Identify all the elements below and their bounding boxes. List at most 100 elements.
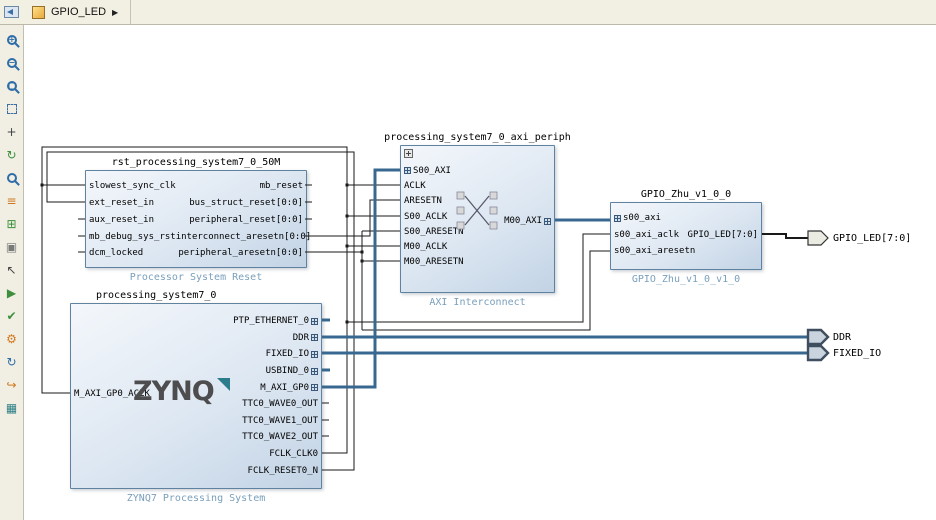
- block-type-axi: AXI Interconnect: [429, 297, 526, 308]
- port-row: S00_AXI: [401, 163, 554, 178]
- optimize-routing-icon: ↪: [6, 378, 17, 392]
- port-s00-axi-if[interactable]: S00_AXI: [404, 166, 451, 176]
- port-m00-aclk[interactable]: M00_ACLK: [404, 242, 447, 252]
- port-slowest-sync-clk[interactable]: slowest_sync_clk: [89, 181, 176, 191]
- port-m00-aresetn[interactable]: M00_ARESETN: [404, 257, 464, 267]
- port-row: PTP_ETHERNET_0: [71, 313, 321, 330]
- port-aclk[interactable]: ACLK: [404, 181, 426, 191]
- block-gpio-zhu[interactable]: GPIO_Zhu_v1_0_0 s00_axi s00_axi_aclk s00…: [610, 189, 762, 285]
- run-automation-button[interactable]: ▶: [3, 285, 21, 301]
- port-row: ACLK: [401, 178, 554, 193]
- port-row: DDR: [71, 330, 321, 347]
- expand-block-icon[interactable]: [404, 149, 413, 158]
- port-ddr[interactable]: DDR: [293, 333, 318, 343]
- block-title-gpio: GPIO_Zhu_v1_0_0: [640, 189, 732, 200]
- block-zynq[interactable]: processing_system7_0 PTP_ETHERNET_0 DDR …: [70, 290, 322, 504]
- optimize-routing-button[interactable]: ↪: [3, 377, 21, 393]
- interface-pin-icon: [311, 384, 318, 392]
- port-dcm-locked[interactable]: dcm_locked: [89, 248, 143, 258]
- interface-pin-icon: [311, 367, 318, 375]
- add-ip-icon: ⊞: [6, 217, 17, 231]
- zoom-out-button[interactable]: −: [3, 55, 21, 71]
- port-interconnect-aresetn[interactable]: interconnect_aresetn[0:0]: [176, 232, 311, 242]
- port-row: s00_axi: [611, 210, 761, 227]
- interface-pin-icon: [614, 214, 621, 222]
- port-gpio-led[interactable]: GPIO_LED[7:0]: [688, 227, 758, 243]
- port-s00-aclk[interactable]: S00_ACLK: [404, 212, 447, 222]
- block-design-icon: [32, 5, 45, 19]
- port-ttc0-wave1-out[interactable]: TTC0_WAVE1_OUT: [242, 416, 318, 426]
- block-title-reset: rst_processing_system7_0_50M: [111, 157, 281, 168]
- make-external-button[interactable]: ↖: [3, 262, 21, 278]
- port-bus-struct-reset[interactable]: bus_struct_reset[0:0]: [189, 198, 303, 208]
- block-type-zynq: ZYNQ7 Processing System: [126, 493, 266, 504]
- interface-pin-icon: [311, 334, 318, 342]
- external-port-label-fixed-io[interactable]: FIXED_IO: [833, 348, 881, 359]
- port-aresetn[interactable]: ARESETN: [404, 196, 442, 206]
- make-external-icon: ↖: [6, 263, 17, 277]
- collapse-expand-button[interactable]: ≡: [3, 193, 21, 209]
- external-port-label-gpio-led[interactable]: GPIO_LED[7:0]: [833, 233, 911, 244]
- port-row: TTC0_WAVE1_OUT: [71, 413, 321, 430]
- fit-selection-icon: +: [6, 125, 17, 139]
- port-mb-reset[interactable]: mb_reset: [260, 181, 303, 191]
- settings-icon: ⚙: [6, 332, 17, 346]
- add-hierarchy-button[interactable]: ▣: [3, 239, 21, 255]
- toggle-grid-button[interactable]: ▦: [3, 400, 21, 416]
- search-button[interactable]: [3, 170, 21, 186]
- dock-window-icon[interactable]: [4, 6, 19, 18]
- settings-button[interactable]: ⚙: [3, 331, 21, 347]
- port-m-axi-gp0[interactable]: M_AXI_GP0: [260, 383, 318, 393]
- block-type-gpio: GPIO_Zhu_v1_0_v1_0: [631, 274, 741, 285]
- port-fclk-clk0[interactable]: FCLK_CLK0: [269, 449, 318, 459]
- fit-selection-button[interactable]: +: [3, 124, 21, 140]
- port-row: TTC0_WAVE2_OUT: [71, 429, 321, 446]
- port-ttc0-wave0-out[interactable]: TTC0_WAVE0_OUT: [242, 399, 318, 409]
- port-peripheral-reset[interactable]: peripheral_reset[0:0]: [189, 215, 303, 225]
- port-fclk-reset0-n[interactable]: FCLK_RESET0_N: [248, 466, 318, 476]
- select-area-button[interactable]: [3, 101, 21, 117]
- port-s00-axi-aresetn[interactable]: s00_axi_aresetn: [614, 246, 695, 256]
- add-ip-button[interactable]: ⊞: [3, 216, 21, 232]
- port-peripheral-aresetn[interactable]: peripheral_aresetn[0:0]: [178, 248, 303, 258]
- port-usbind-0[interactable]: USBIND_0: [266, 366, 318, 376]
- canvas-toolbar: + − □ + ↻ ≡ ⊞ ▣ ↖ ▶ ✔ ⚙ ↻ ↪ ▦: [0, 25, 24, 520]
- zoom-fit-button[interactable]: □: [3, 78, 21, 94]
- block-reset[interactable]: rst_processing_system7_0_50M slowest_syn…: [85, 157, 311, 283]
- interface-pin-icon: [404, 167, 411, 175]
- port-ptp-ethernet-0[interactable]: PTP_ETHERNET_0: [233, 316, 318, 326]
- port-row: s00_axi_aresetn: [611, 243, 761, 260]
- port-fixed-io[interactable]: FIXED_IO: [266, 349, 318, 359]
- run-automation-icon: ▶: [6, 286, 17, 300]
- tab-gpio-led[interactable]: GPIO_LED ▶: [26, 0, 132, 24]
- port-m00-axi-if[interactable]: M00_AXI: [504, 213, 551, 229]
- port-s00-axi[interactable]: s00_axi: [614, 213, 661, 223]
- block-axi-interconnect[interactable]: processing_system7_0_axi_periph S00_AXI …: [384, 132, 571, 308]
- toggle-grid-icon: ▦: [5, 401, 18, 415]
- port-ext-reset-in[interactable]: ext_reset_in: [89, 198, 154, 208]
- zynq-logo-triangle: [216, 378, 230, 391]
- port-row: FCLK_RESET0_N: [71, 462, 321, 479]
- search-icon: [6, 173, 17, 183]
- port-row: ext_reset_in bus_struct_reset[0:0]: [86, 195, 306, 212]
- autofit-selection-button[interactable]: ↻: [3, 147, 21, 163]
- block-type-reset: Processor System Reset: [129, 272, 263, 283]
- breadcrumb-arrow-icon[interactable]: ▶: [112, 8, 118, 17]
- port-s00-aresetn[interactable]: S00_ARESETN: [404, 227, 464, 237]
- zoom-in-button[interactable]: +: [3, 32, 21, 48]
- block-title-axi: processing_system7_0_axi_periph: [384, 132, 571, 143]
- zynq-logo: ZYNQ: [133, 376, 230, 407]
- port-mb-debug-sys-rst[interactable]: mb_debug_sys_rst: [89, 232, 176, 242]
- port-row: M00_ACLK: [401, 239, 554, 254]
- interface-pin-icon: [311, 317, 318, 325]
- regenerate-layout-button[interactable]: ↻: [3, 354, 21, 370]
- validate-design-button[interactable]: ✔: [3, 308, 21, 324]
- port-row: aux_reset_in peripheral_reset[0:0]: [86, 212, 306, 229]
- port-s00-axi-aclk[interactable]: s00_axi_aclk: [614, 230, 679, 240]
- port-ttc0-wave2-out[interactable]: TTC0_WAVE2_OUT: [242, 432, 318, 442]
- external-port-label-ddr[interactable]: DDR: [833, 332, 851, 343]
- regenerate-layout-icon: ↻: [6, 355, 17, 369]
- port-aux-reset-in[interactable]: aux_reset_in: [89, 215, 154, 225]
- port-row: slowest_sync_clk mb_reset: [86, 178, 306, 195]
- zoom-fit-icon: □: [6, 81, 17, 91]
